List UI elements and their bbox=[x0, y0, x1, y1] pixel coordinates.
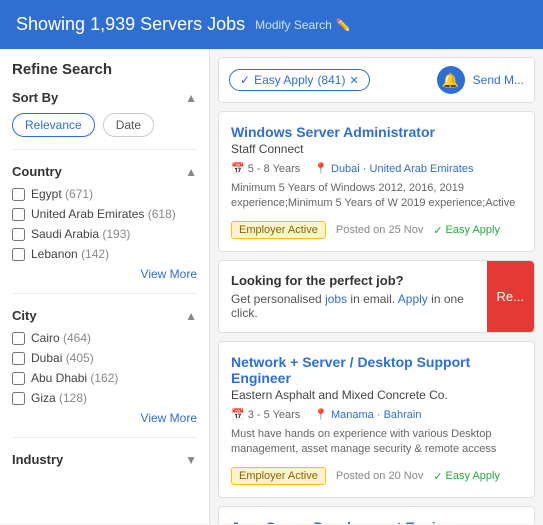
easy-apply-label[interactable]: ✓ Easy Apply bbox=[433, 470, 500, 483]
job-footer: Employer Active Posted on 20 Nov ✓ Easy … bbox=[231, 467, 522, 485]
sort-relevance-button[interactable]: Relevance bbox=[12, 113, 95, 137]
job-description: Minimum 5 Years of Windows 2012, 2016, 2… bbox=[231, 181, 522, 213]
country-egypt-checkbox[interactable] bbox=[12, 188, 25, 201]
sort-by-section: Sort By ▲ Relevance Date bbox=[12, 90, 197, 150]
bell-alert-button[interactable]: 🔔 bbox=[437, 66, 465, 94]
list-item[interactable]: Abu Dhabi (162) bbox=[12, 371, 197, 385]
personalized-body: Get personalised jobs in email. Apply in… bbox=[231, 292, 474, 320]
city-header: City ▲ bbox=[12, 308, 197, 323]
sort-by-header: Sort By ▲ bbox=[12, 90, 197, 105]
location-icon: 📍 bbox=[314, 408, 328, 421]
city-dubai-checkbox[interactable] bbox=[12, 352, 25, 365]
city-chevron-icon: ▲ bbox=[185, 309, 197, 323]
personalized-card: Looking for the perfect job? Get persona… bbox=[218, 260, 535, 333]
list-item[interactable]: Egypt (671) bbox=[12, 187, 197, 201]
main-layout: Refine Search Sort By ▲ Relevance Date C… bbox=[0, 49, 543, 524]
easy-apply-filter-tag[interactable]: ✓ Easy Apply (841) ✕ bbox=[229, 69, 370, 91]
list-item[interactable]: Dubai (405) bbox=[12, 351, 197, 365]
result-count: 1,939 bbox=[90, 14, 135, 34]
job-company: Eastern Asphalt and Mixed Concrete Co. bbox=[231, 388, 522, 402]
city-list: Cairo (464) Dubai (405) Abu Dhabi (162) … bbox=[12, 331, 197, 405]
sidebar: Refine Search Sort By ▲ Relevance Date C… bbox=[0, 49, 210, 524]
industry-section: Industry ▼ bbox=[12, 452, 197, 487]
send-me-link[interactable]: Send M... bbox=[473, 73, 524, 87]
country-list: Egypt (671) United Arab Emirates (618) S… bbox=[12, 187, 197, 261]
easy-apply-label[interactable]: ✓ Easy Apply bbox=[433, 224, 500, 237]
personalized-heading: Looking for the perfect job? bbox=[231, 273, 474, 288]
posted-date: Posted on 20 Nov bbox=[336, 470, 423, 482]
check-icon: ✓ bbox=[433, 224, 442, 237]
country-lebanon-checkbox[interactable] bbox=[12, 248, 25, 261]
experience-meta: 📅 5 - 8 Years bbox=[231, 162, 300, 175]
check-icon: ✓ bbox=[240, 73, 250, 87]
country-uae-checkbox[interactable] bbox=[12, 208, 25, 221]
job-title[interactable]: Network + Server / Desktop Support Engin… bbox=[231, 354, 522, 386]
job-meta: 📅 5 - 8 Years 📍 Dubai · United Arab Emir… bbox=[231, 162, 522, 175]
industry-label: Industry bbox=[12, 452, 63, 467]
country-section: Country ▲ Egypt (671) United Arab Emirat… bbox=[12, 164, 197, 294]
location-icon: 📍 bbox=[314, 162, 328, 175]
employer-active-badge: Employer Active bbox=[231, 221, 326, 239]
remove-filter-icon[interactable]: ✕ bbox=[349, 74, 358, 87]
city-cairo-checkbox[interactable] bbox=[12, 332, 25, 345]
sort-date-button[interactable]: Date bbox=[103, 113, 154, 137]
job-card: Windows Server Administrator Staff Conne… bbox=[218, 111, 535, 252]
experience-meta: 📅 3 - 5 Years bbox=[231, 408, 300, 421]
sort-options: Relevance Date bbox=[12, 113, 197, 137]
country-saudi-checkbox[interactable] bbox=[12, 228, 25, 241]
industry-chevron-icon: ▼ bbox=[185, 453, 197, 467]
country-chevron-icon: ▲ bbox=[185, 165, 197, 179]
job-company: Staff Connect bbox=[231, 142, 522, 156]
city-abudhabi-checkbox[interactable] bbox=[12, 372, 25, 385]
employer-active-badge: Employer Active bbox=[231, 467, 326, 485]
job-card: Network + Server / Desktop Support Engin… bbox=[218, 341, 535, 498]
job-title[interactable]: Java Server Development Engineer bbox=[231, 519, 522, 524]
job-meta: 📅 3 - 5 Years 📍 Manama · Bahrain bbox=[231, 408, 522, 421]
city-section: City ▲ Cairo (464) Dubai (405) Abu Dhabi… bbox=[12, 308, 197, 438]
location-meta: 📍 Dubai · United Arab Emirates bbox=[314, 162, 473, 175]
list-item[interactable]: Saudi Arabia (193) bbox=[12, 227, 197, 241]
title-prefix: Showing bbox=[16, 14, 90, 34]
job-results-content: ✓ Easy Apply (841) ✕ 🔔 Send M... Windows… bbox=[210, 49, 543, 524]
job-description: Must have hands on experience with vario… bbox=[231, 427, 522, 459]
apply-link[interactable]: Apply bbox=[398, 292, 428, 306]
filter-bar: ✓ Easy Apply (841) ✕ 🔔 Send M... bbox=[218, 57, 535, 103]
location-meta: 📍 Manama · Bahrain bbox=[314, 408, 421, 421]
sidebar-title: Refine Search bbox=[12, 61, 197, 78]
register-button[interactable]: Re... bbox=[487, 261, 534, 332]
check-icon: ✓ bbox=[433, 470, 442, 483]
list-item[interactable]: Cairo (464) bbox=[12, 331, 197, 345]
industry-header[interactable]: Industry ▼ bbox=[12, 452, 197, 467]
page-title: Showing 1,939 Servers Jobs bbox=[16, 14, 245, 35]
pencil-icon: ✏️ bbox=[336, 18, 351, 32]
briefcase-icon: 📅 bbox=[231, 162, 245, 175]
city-label: City bbox=[12, 308, 37, 323]
briefcase-icon: 📅 bbox=[231, 408, 245, 421]
title-suffix: Servers Jobs bbox=[135, 14, 245, 34]
job-title[interactable]: Windows Server Administrator bbox=[231, 124, 522, 140]
sort-by-label: Sort By bbox=[12, 90, 58, 105]
country-label: Country bbox=[12, 164, 62, 179]
job-card: Java Server Development Engineer BAYANAT… bbox=[218, 506, 535, 524]
country-view-more-link[interactable]: View More bbox=[12, 267, 197, 281]
modify-search-link[interactable]: Modify Search ✏️ bbox=[255, 18, 351, 32]
city-view-more-link[interactable]: View More bbox=[12, 411, 197, 425]
posted-date: Posted on 25 Nov bbox=[336, 224, 423, 236]
list-item[interactable]: Giza (128) bbox=[12, 391, 197, 405]
city-giza-checkbox[interactable] bbox=[12, 392, 25, 405]
country-header: Country ▲ bbox=[12, 164, 197, 179]
job-footer: Employer Active Posted on 25 Nov ✓ Easy … bbox=[231, 221, 522, 239]
list-item[interactable]: United Arab Emirates (618) bbox=[12, 207, 197, 221]
jobs-link[interactable]: jobs bbox=[325, 292, 347, 306]
sort-by-chevron-icon: ▲ bbox=[185, 91, 197, 105]
header: Showing 1,939 Servers Jobs Modify Search… bbox=[0, 0, 543, 49]
list-item[interactable]: Lebanon (142) bbox=[12, 247, 197, 261]
